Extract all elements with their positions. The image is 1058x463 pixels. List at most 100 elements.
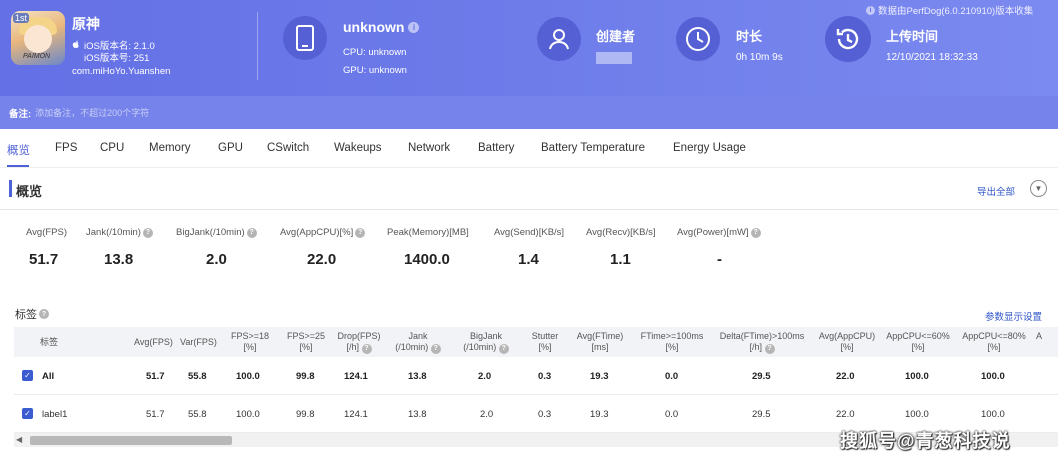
tab-cswitch[interactable]: CSwitch	[267, 142, 309, 154]
ios-version-code-text: iOS版本号: 251	[84, 53, 150, 64]
collapse-toggle-button[interactable]: ▼	[1030, 180, 1047, 197]
device-title: unknown i	[343, 19, 420, 35]
creator-value-redacted	[596, 52, 632, 64]
col-header-appcpu60: AppCPU<=60% [%]	[886, 331, 950, 352]
export-all-link[interactable]: 导出全部	[977, 184, 1015, 198]
col-header-ftime100: FTime>=100ms [%]	[640, 331, 704, 352]
metric-avg-recv: Avg(Recv)[KB/s] 1.1	[586, 227, 656, 268]
col-header-fps25: FPS>=25 [%]	[286, 331, 326, 352]
remark-input[interactable]	[35, 107, 336, 118]
upload-time-value: 12/10/2021 18:32:33	[886, 52, 978, 63]
phone-icon	[283, 16, 327, 60]
help-icon[interactable]: ?	[39, 309, 49, 319]
info-icon: i	[866, 5, 875, 15]
remark-label: 备注:	[9, 108, 32, 120]
col-header-avg-fps: Avg(FPS)	[134, 337, 173, 347]
col-header-delta-ftime: Delta(FTime)>100ms [/h] ?	[719, 331, 805, 354]
section-divider	[0, 209, 1058, 210]
perfdog-report-page: 1st PAIMON 原神 iOS版本名: 2.1.0 iOS版本号: 251 …	[0, 0, 1058, 463]
metric-label: Avg(AppCPU)[%]	[280, 227, 354, 238]
duration-label: 时长	[736, 29, 763, 44]
col-header-drop-fps: Drop(FPS) [/h] ?	[337, 331, 381, 354]
info-icon[interactable]: i	[408, 21, 420, 33]
upload-time-label: 上传时间	[886, 29, 939, 44]
metric-label: BigJank(/10min)	[176, 227, 245, 238]
tab-network[interactable]: Network	[408, 142, 450, 154]
metric-label: Avg(Power)[mW]	[677, 227, 749, 238]
table-row: ✓ All 51.7 55.8 100.0 99.8 124.1 13.8 2.…	[14, 357, 1058, 395]
active-tab-indicator	[7, 165, 29, 167]
metric-label: Peak(Memory)[MB]	[387, 227, 469, 238]
col-header-var-fps: Var(FPS)	[180, 337, 217, 347]
row-tag-name: All	[42, 371, 55, 382]
device-gpu: GPU: unknown	[343, 65, 407, 76]
col-header-avg-appcpu: Avg(AppCPU) [%]	[818, 331, 876, 352]
help-icon[interactable]: ?	[750, 227, 761, 238]
scroll-left-arrow-icon[interactable]: ◀	[16, 435, 22, 444]
metric-value: 1.4	[518, 251, 539, 268]
device-name: unknown	[343, 19, 405, 35]
help-icon[interactable]: ?	[764, 343, 775, 354]
metric-jank: Jank(/10min)? 13.8	[86, 227, 153, 268]
tab-overview[interactable]: 概览	[7, 142, 30, 158]
param-settings-link[interactable]: 参数显示设置	[985, 309, 1042, 323]
help-icon[interactable]: ?	[142, 227, 153, 238]
tab-gpu[interactable]: GPU	[218, 142, 243, 154]
tab-energy-usage[interactable]: Energy Usage	[673, 142, 746, 154]
col-header-avg-ftime: Avg(FTime) [ms]	[576, 331, 624, 352]
metric-avg-power: Avg(Power)[mW]? -	[677, 227, 761, 268]
tab-fps[interactable]: FPS	[55, 142, 77, 154]
metric-avg-send: Avg(Send)[KB/s] 1.4	[494, 227, 565, 268]
report-header: 1st PAIMON 原神 iOS版本名: 2.1.0 iOS版本号: 251 …	[0, 0, 1058, 96]
col-header-fps18: FPS>=18 [%]	[230, 331, 270, 352]
section-accent-bar	[9, 180, 12, 197]
package-name: com.miHoYo.Yuanshen	[72, 66, 171, 77]
tab-battery-temperature[interactable]: Battery Temperature	[541, 142, 645, 154]
app-name: 原神	[72, 16, 100, 32]
col-header-jank: Jank (/10min) ?	[392, 331, 444, 354]
table-header: 标签 Avg(FPS) Var(FPS) FPS>=18 [%] FPS>=25[…	[14, 327, 1058, 357]
col-header-truncated: A	[1036, 331, 1043, 341]
tags-title: 标签 ?	[15, 306, 49, 322]
help-icon[interactable]: ?	[361, 343, 372, 354]
metric-bigjank: BigJank(/10min)? 2.0	[176, 227, 257, 268]
help-icon[interactable]: ?	[246, 227, 257, 238]
clock-icon	[676, 17, 720, 61]
source-note: i 数据由PerfDog(6.0.210910)版本收集	[866, 3, 1033, 17]
metric-value: 1400.0	[404, 251, 450, 268]
apple-icon	[72, 40, 81, 51]
row-checkbox[interactable]: ✓	[22, 370, 33, 381]
tab-cpu[interactable]: CPU	[100, 142, 124, 154]
watermark: 搜狐号@青葱科技说	[840, 431, 1011, 451]
row-checkbox[interactable]: ✓	[22, 408, 33, 419]
help-icon[interactable]: ?	[355, 227, 366, 238]
col-header-stutter: Stutter [%]	[531, 331, 559, 352]
app-icon: 1st PAIMON	[11, 11, 65, 65]
metric-avg-fps: Avg(FPS) 51.7	[26, 227, 67, 268]
metric-label: Avg(Recv)[KB/s]	[586, 227, 656, 238]
metric-label: Avg(Send)[KB/s]	[494, 227, 565, 238]
row-tag-name: label1	[42, 409, 68, 420]
tab-memory[interactable]: Memory	[149, 142, 191, 154]
tags-title-text: 标签	[15, 309, 37, 321]
chevron-down-icon: ▼	[1034, 184, 1043, 193]
metric-value: 51.7	[29, 251, 59, 268]
ios-version-code: iOS版本号: 251	[72, 50, 149, 64]
metric-label: Jank(/10min)	[86, 227, 141, 238]
creator-label: 创建者	[596, 29, 636, 44]
user-icon	[537, 17, 581, 61]
source-note-text: 数据由PerfDog(6.0.210910)版本收集	[878, 6, 1034, 17]
help-icon[interactable]: ?	[430, 343, 441, 354]
tab-battery[interactable]: Battery	[478, 142, 514, 154]
col-header-tag: 标签	[40, 337, 59, 347]
tab-wakeups[interactable]: Wakeups	[334, 142, 382, 154]
history-icon	[825, 16, 871, 62]
help-icon[interactable]: ?	[498, 343, 509, 354]
metric-value: 13.8	[104, 251, 134, 268]
metric-peak-memory: Peak(Memory)[MB] 1400.0	[387, 227, 469, 268]
app-icon-logo: PAIMON	[23, 53, 51, 60]
device-cpu: CPU: unknown	[343, 47, 407, 58]
metric-value: 2.0	[206, 251, 227, 268]
metric-avg-appcpu: Avg(AppCPU)[%]? 22.0	[280, 227, 366, 268]
scrollbar-thumb[interactable]	[30, 436, 232, 445]
